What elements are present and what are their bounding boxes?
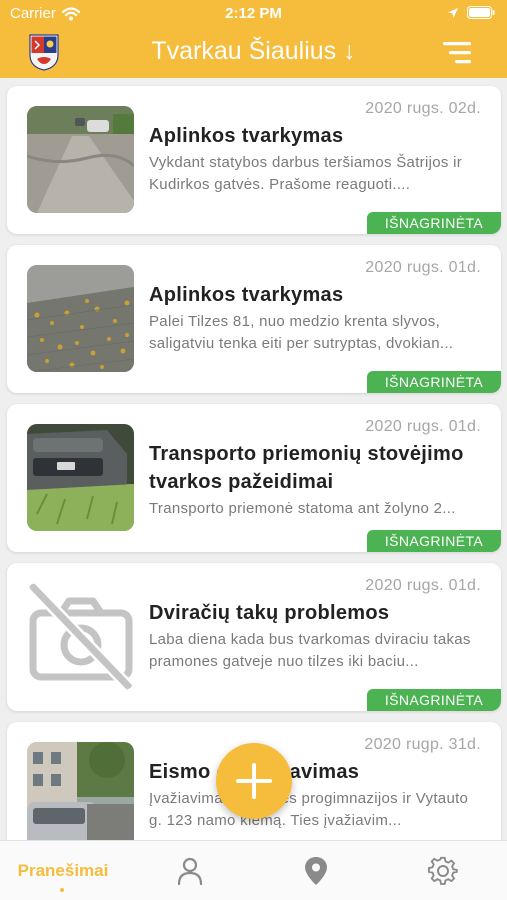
- tab-reports[interactable]: Pranešimai: [0, 841, 126, 900]
- report-card[interactable]: 2020 rugs. 01d. Aplinkos tvarkymas Palei…: [7, 245, 501, 393]
- report-description: Transporto priemonė statoma ant žolyno 2…: [149, 500, 456, 517]
- person-icon: [177, 857, 203, 885]
- no-photo-placeholder: [27, 583, 134, 690]
- report-photo: [27, 265, 134, 372]
- status-badge: IŠNAGRINĖTA: [367, 371, 501, 393]
- report-photo: [27, 106, 134, 213]
- report-title: Dviračių takų problemos: [149, 602, 390, 624]
- status-badge: IŠNAGRINĖTA: [367, 689, 501, 711]
- tab-settings[interactable]: [380, 841, 506, 900]
- tab-reports-label: Pranešimai: [17, 861, 109, 880]
- report-description: Laba diena kada bus tvarkomas dviraciu t…: [149, 631, 471, 670]
- status-badge: IŠNAGRINĖTA: [367, 212, 501, 234]
- reports-list[interactable]: 2020 rugs. 02d. Aplinkos tvarkymas Vykda…: [0, 78, 507, 840]
- add-report-button[interactable]: [216, 743, 292, 819]
- tab-bar: Pranešimai: [0, 840, 507, 900]
- map-pin-icon: [305, 857, 327, 885]
- app-header: Tvarkau Šiaulius ↓: [0, 28, 507, 78]
- report-date: 2020 rugs. 01d.: [365, 577, 481, 594]
- report-date: 2020 rugp. 31d.: [364, 736, 481, 753]
- report-card[interactable]: 2020 rugs. 01d. Dviračių takų problemos …: [7, 563, 501, 711]
- report-date: 2020 rugs. 02d.: [365, 100, 481, 117]
- report-card[interactable]: 2020 rugs. 01d. Transporto priemonių sto…: [7, 404, 501, 552]
- report-description: Vykdant statybos darbus teršiamos Šatrij…: [149, 154, 463, 193]
- report-photo: [27, 742, 134, 840]
- report-date: 2020 rugs. 01d.: [365, 418, 481, 435]
- status-bar: Carrier 2:12 PM: [0, 0, 507, 28]
- report-title: Eismo organizavimas: [149, 761, 359, 783]
- report-description: Palei Tilzes 81, nuo medzio krenta slyvo…: [149, 313, 454, 352]
- active-tab-indicator: [60, 888, 64, 892]
- report-title: Aplinkos tvarkymas: [149, 284, 344, 306]
- gear-icon: [428, 856, 458, 885]
- report-date: 2020 rugs. 01d.: [365, 259, 481, 276]
- report-photo: [27, 424, 134, 531]
- report-title: Aplinkos tvarkymas: [149, 125, 344, 147]
- page-title[interactable]: Tvarkau Šiaulius ↓: [0, 37, 507, 66]
- location-arrow-icon: [448, 7, 458, 18]
- report-description: Įvažiavimas iš gatvės progimnazijos ir V…: [149, 790, 469, 829]
- battery-icon: [467, 6, 495, 19]
- clock: 2:12 PM: [225, 5, 282, 22]
- filter-menu-icon[interactable]: [443, 40, 471, 66]
- report-card[interactable]: 2020 rugs. 02d. Aplinkos tvarkymas Vykda…: [7, 86, 501, 234]
- no-camera-icon: [28, 583, 134, 690]
- report-title: Transporto priemonių stovėjimo tvarkos p…: [149, 443, 464, 493]
- tab-profile[interactable]: [127, 841, 253, 900]
- tab-map[interactable]: [253, 841, 379, 900]
- status-badge: IŠNAGRINĖTA: [367, 530, 501, 552]
